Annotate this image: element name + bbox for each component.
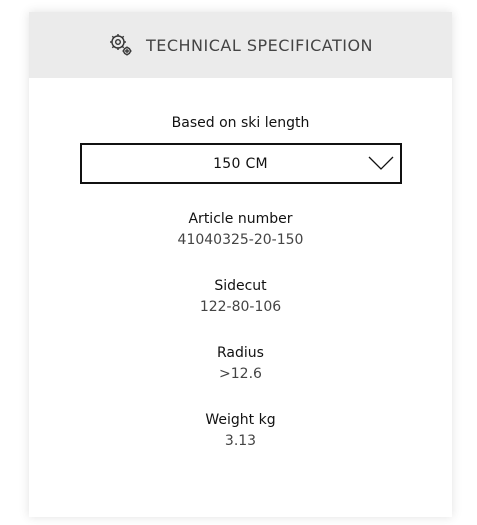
spec-radius: Radius >12.6 [29,345,452,382]
spec-weight: Weight kg 3.13 [29,412,452,449]
technical-specification-card: TECHNICAL SPECIFICATION Based on ski len… [29,12,452,517]
spec-value: 122-80-106 [199,299,282,315]
spec-value: 41040325-20-150 [177,232,304,248]
spec-value: 3.13 [224,433,257,449]
card-header: TECHNICAL SPECIFICATION [29,12,452,78]
spec-label: Sidecut [214,278,267,294]
spec-sidecut: Sidecut 122-80-106 [29,278,452,315]
chevron-down-icon[interactable] [368,154,394,172]
spec-label: Weight kg [205,412,276,428]
gears-icon [108,32,134,58]
spec-label: Article number [188,211,293,227]
ski-length-select[interactable]: 150 CM [79,143,402,184]
section-title: TECHNICAL SPECIFICATION [145,35,374,55]
spec-label: Radius [217,345,264,361]
spec-article-number: Article number 41040325-20-150 [29,211,452,248]
spec-value: >12.6 [219,366,262,382]
ski-length-label: Based on ski length [171,115,310,131]
ski-length-selected-value: 150 CM [213,155,268,172]
